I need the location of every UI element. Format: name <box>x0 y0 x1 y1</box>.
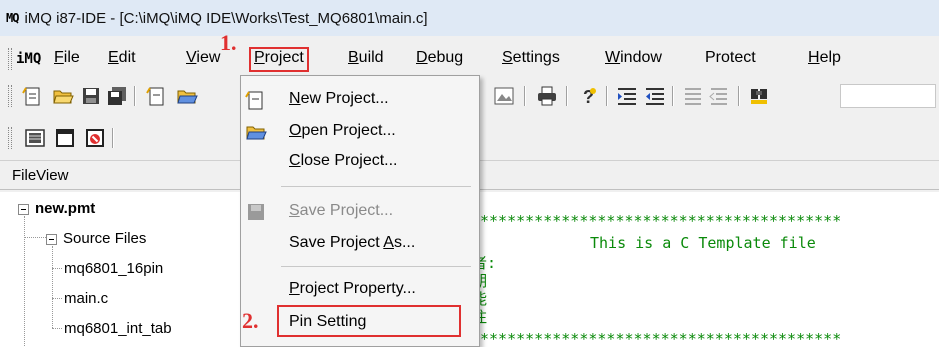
menu-file[interactable]: File <box>54 49 80 67</box>
open-project-icon[interactable] <box>176 85 198 107</box>
code-comment-border: **************************************** <box>480 212 842 230</box>
code-comment-border: **************************************** <box>480 330 842 347</box>
tree-connector <box>24 216 25 346</box>
menu-separator <box>281 186 471 187</box>
print-icon[interactable] <box>536 85 558 107</box>
new-project-icon[interactable] <box>146 85 168 107</box>
menu-item-save-project: Save Project... <box>241 198 479 226</box>
tree-folder-source-files[interactable]: Source Files <box>46 230 146 247</box>
app-logo: MQ <box>6 11 19 25</box>
outdent-icon[interactable] <box>644 85 666 107</box>
window-icon[interactable] <box>54 127 76 149</box>
collapse-icon[interactable] <box>46 233 57 245</box>
uncomment-icon[interactable] <box>708 85 730 107</box>
help-icon[interactable]: ? <box>578 85 600 107</box>
menu-project[interactable]: Project <box>249 47 309 72</box>
toolbar-separator <box>672 86 674 106</box>
find-combo-input[interactable] <box>840 84 936 108</box>
tree-connector <box>52 268 62 269</box>
menu-bar: iMQ File Edit View Project Build Debug S… <box>0 44 939 74</box>
menu-item-label: Save Project... <box>289 202 394 219</box>
toolbar-grip[interactable] <box>8 85 12 107</box>
open-folder-icon <box>246 126 267 140</box>
stop-icon[interactable] <box>84 127 106 149</box>
toolbar-separator <box>134 86 136 106</box>
menu-build[interactable]: Build <box>348 49 384 67</box>
annotation-step-2: 2. <box>242 308 259 333</box>
chip-icon[interactable] <box>24 127 46 149</box>
pin-setting-highlight <box>277 305 461 337</box>
toolbar-separator <box>566 86 568 106</box>
menu-item-label: Open Project... <box>289 122 396 139</box>
menubar-grip[interactable] <box>8 48 12 70</box>
menu-logo: iMQ <box>16 51 42 67</box>
save-all-icon[interactable] <box>106 85 128 107</box>
menu-help[interactable]: Help <box>808 49 841 67</box>
tree-connector <box>52 246 53 328</box>
menu-item-label: Project Property... <box>289 280 416 297</box>
tree-root[interactable]: new.pmt <box>18 200 95 217</box>
toolbar-separator <box>112 128 114 148</box>
menu-settings[interactable]: Settings <box>502 49 560 67</box>
save-icon[interactable] <box>80 85 102 107</box>
menu-item-label: Save Project As... <box>289 234 416 251</box>
toolbar-separator <box>606 86 608 106</box>
menu-item-label: New Project... <box>289 90 389 107</box>
project-menu: New Project... Open Project... Close Pro… <box>240 75 480 347</box>
menu-separator <box>281 266 471 267</box>
tree-file[interactable]: mq6801_int_tab <box>64 320 172 337</box>
code-comment-line: This is a C Template file <box>590 234 816 252</box>
open-folder-icon[interactable] <box>52 85 74 107</box>
menu-item-new-project[interactable]: New Project... <box>241 86 479 114</box>
menu-edit[interactable]: Edit <box>108 49 136 67</box>
save-project-icon <box>248 204 264 220</box>
new-project-icon <box>245 91 263 110</box>
comment-icon[interactable] <box>682 85 704 107</box>
menu-item-save-project-as[interactable]: Save Project As... <box>241 230 479 258</box>
fileview-title: FileView <box>12 167 69 184</box>
window-title: iMQ i87-IDE - [C:\iMQ\iMQ IDE\Works\Test… <box>24 9 428 27</box>
collapse-icon[interactable] <box>18 203 29 215</box>
tree-folder-label: Source Files <box>63 230 147 247</box>
menu-debug[interactable]: Debug <box>416 49 463 67</box>
tree-connector <box>52 328 62 329</box>
menu-protect[interactable]: Protect <box>705 49 756 67</box>
menu-window[interactable]: Window <box>605 49 662 67</box>
find-icon[interactable] <box>748 85 770 107</box>
tree-connector <box>24 237 46 238</box>
tree-file[interactable]: mq6801_16pin <box>64 260 163 277</box>
title-bar: MQ iMQ i87-IDE - [C:\iMQ\iMQ IDE\Works\T… <box>0 0 939 36</box>
indent-icon[interactable] <box>616 85 638 107</box>
toolbar-grip[interactable] <box>8 127 12 149</box>
menu-item-project-property[interactable]: Project Property... <box>241 276 479 304</box>
image-icon[interactable] <box>493 85 515 107</box>
menu-item-close-project[interactable]: Close Project... <box>241 148 479 176</box>
tree-file[interactable]: main.c <box>64 290 108 307</box>
new-file-icon[interactable] <box>22 85 44 107</box>
tree-connector <box>52 298 62 299</box>
toolbar-separator <box>738 86 740 106</box>
menu-view[interactable]: View <box>186 49 220 67</box>
annotation-step-1: 1. <box>220 30 237 55</box>
menu-item-open-project[interactable]: Open Project... <box>241 118 479 146</box>
toolbar-separator <box>524 86 526 106</box>
menu-item-label: Close Project... <box>289 152 398 169</box>
tree-root-label: new.pmt <box>35 200 96 217</box>
